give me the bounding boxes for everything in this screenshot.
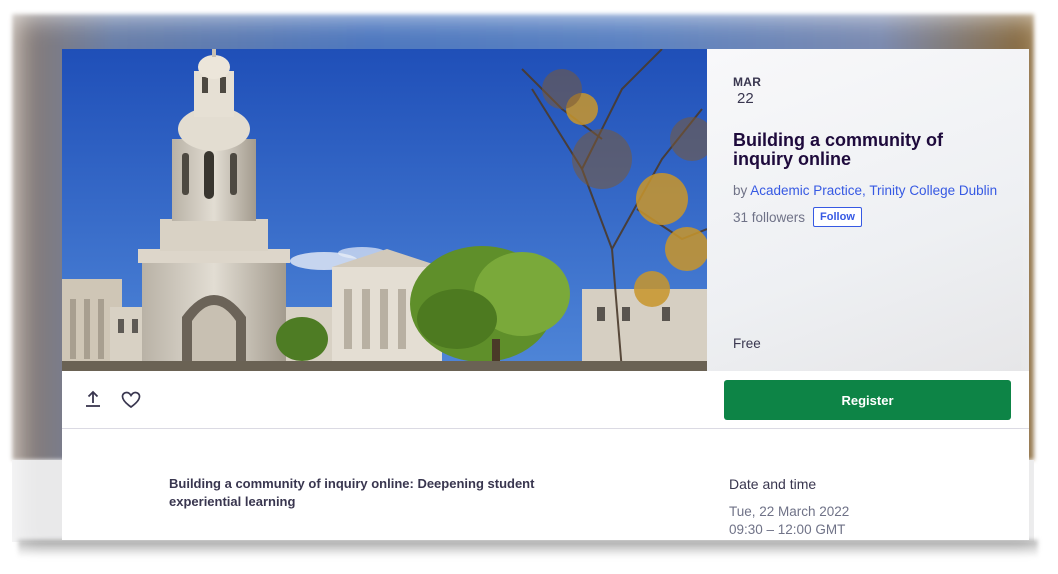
share-icon[interactable] (82, 389, 104, 411)
event-time: 09:30 – 12:00 GMT (729, 522, 846, 537)
description-title: Building a community of inquiry online: … (169, 476, 535, 509)
heart-icon[interactable] (120, 389, 142, 411)
event-title: Building a community of inquiry online (733, 130, 943, 169)
register-button[interactable]: Register (724, 380, 1011, 420)
follow-button[interactable]: Follow (813, 207, 862, 227)
date-time-heading: Date and time (729, 476, 817, 492)
action-bar: Register (62, 371, 1029, 429)
event-card: MAR 22 Building a community of inquiry o… (62, 49, 1029, 540)
organizer-line: by Academic Practice, Trinity College Du… (733, 182, 1003, 200)
event-day: 22 (737, 90, 754, 107)
organizer-link[interactable]: Academic Practice, Trinity College Dubli… (750, 183, 997, 198)
followers-count: 31 followers (733, 209, 806, 225)
event-hero-image (62, 49, 707, 371)
organizer-prefix: by (733, 183, 751, 198)
event-month: MAR (733, 75, 762, 89)
event-price: Free (733, 336, 761, 351)
event-summary-panel: MAR 22 Building a community of inquiry o… (707, 49, 1029, 371)
frame-shadow (18, 540, 1038, 558)
followers-row: 31 followers Follow (733, 207, 1003, 227)
event-details: Building a community of inquiry online: … (62, 430, 1029, 540)
event-date: Tue, 22 March 2022 (729, 504, 850, 519)
